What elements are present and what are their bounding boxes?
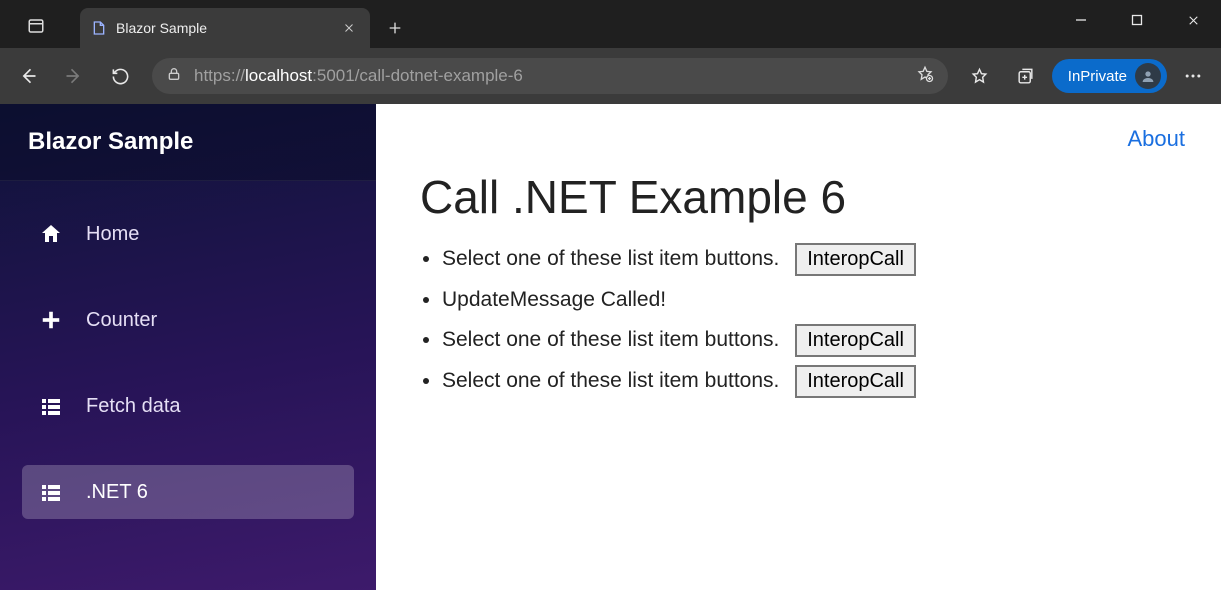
brand-title[interactable]: Blazor Sample <box>0 104 376 181</box>
list-icon <box>38 393 64 419</box>
list-item-text: Select one of these list item buttons. <box>442 247 779 270</box>
about-link[interactable]: About <box>1128 126 1186 152</box>
sidebar-item-fetch-data[interactable]: Fetch data <box>22 379 354 433</box>
favicon-icon <box>90 19 108 37</box>
inprivate-badge[interactable]: InPrivate <box>1052 59 1167 93</box>
inprivate-label: InPrivate <box>1068 68 1127 85</box>
sidebar: Blazor Sample Home Counter Fetch data <box>0 104 376 590</box>
titlebar: Blazor Sample <box>0 0 1221 48</box>
address-url: https://localhost:5001/call-dotnet-examp… <box>194 66 904 86</box>
list-icon <box>38 479 64 505</box>
sidebar-item-label: Counter <box>86 309 157 332</box>
address-bar[interactable]: https://localhost:5001/call-dotnet-examp… <box>152 58 948 94</box>
sidebar-nav: Home Counter Fetch data .NET 6 <box>0 181 376 545</box>
refresh-button[interactable] <box>100 56 140 96</box>
site-info-icon[interactable] <box>166 66 182 87</box>
add-favorite-icon[interactable] <box>916 65 934 88</box>
viewport: Blazor Sample Home Counter Fetch data <box>0 104 1221 590</box>
close-window-button[interactable] <box>1165 0 1221 40</box>
list-item-text: UpdateMessage Called! <box>442 288 666 311</box>
back-button[interactable] <box>8 56 48 96</box>
interop-call-button[interactable]: InteropCall <box>795 365 916 398</box>
browser-toolbar: https://localhost:5001/call-dotnet-examp… <box>0 48 1221 104</box>
profile-avatar-icon <box>1135 63 1161 89</box>
page-title: Call .NET Example 6 <box>420 170 1177 224</box>
sidebar-item-counter[interactable]: Counter <box>22 293 354 347</box>
tab-strip: Blazor Sample <box>0 0 1053 48</box>
list-item: Select one of these list item buttons. I… <box>442 242 1177 277</box>
plus-icon <box>38 307 64 333</box>
new-tab-button[interactable] <box>378 11 412 45</box>
collections-button[interactable] <box>1006 56 1046 96</box>
minimize-button[interactable] <box>1053 0 1109 40</box>
sidebar-item-label: .NET 6 <box>86 481 148 504</box>
close-tab-button[interactable] <box>338 17 360 39</box>
maximize-button[interactable] <box>1109 0 1165 40</box>
sidebar-item-home[interactable]: Home <box>22 207 354 261</box>
list-item: Select one of these list item buttons. I… <box>442 364 1177 399</box>
list-item: UpdateMessage Called! <box>442 283 1177 318</box>
tab-actions-icon[interactable] <box>20 10 52 42</box>
interop-call-button[interactable]: InteropCall <box>795 243 916 276</box>
sidebar-item-label: Home <box>86 223 139 246</box>
more-menu-button[interactable] <box>1173 56 1213 96</box>
page-content: Call .NET Example 6 Select one of these … <box>376 152 1221 415</box>
sidebar-item-label: Fetch data <box>86 395 181 418</box>
window-controls <box>1053 0 1221 48</box>
list-item: Select one of these list item buttons. I… <box>442 323 1177 358</box>
page-main: About Call .NET Example 6 Select one of … <box>376 104 1221 590</box>
tab-title: Blazor Sample <box>116 20 330 36</box>
page-top-bar: About <box>376 104 1221 152</box>
sidebar-item-dotnet-6[interactable]: .NET 6 <box>22 465 354 519</box>
forward-button[interactable] <box>54 56 94 96</box>
list-item-text: Select one of these list item buttons. <box>442 369 779 392</box>
item-list: Select one of these list item buttons. I… <box>442 242 1177 399</box>
interop-call-button[interactable]: InteropCall <box>795 324 916 357</box>
home-icon <box>38 221 64 247</box>
browser-tab[interactable]: Blazor Sample <box>80 8 370 48</box>
list-item-text: Select one of these list item buttons. <box>442 328 779 351</box>
favorites-button[interactable] <box>960 56 1000 96</box>
